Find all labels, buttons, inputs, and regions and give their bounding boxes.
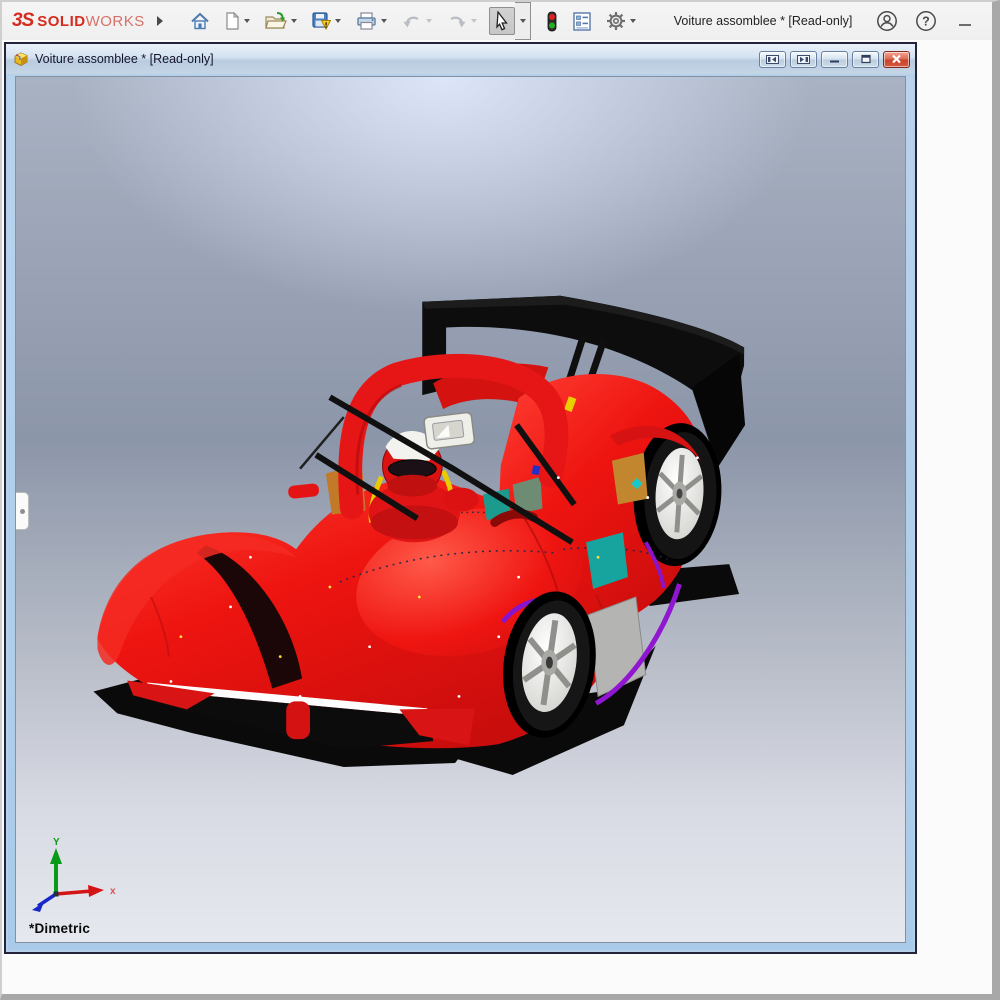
assembly-document-icon [12,51,29,67]
solidworks-logo: 3S SOLID WORKS [12,10,145,32]
redo-icon [447,13,467,29]
mdi-client-area: Voiture assomblee * [Read-only] [2,41,992,994]
account-button[interactable] [876,10,898,32]
help-button[interactable]: ? [915,10,937,32]
orientation-triad: Y x [26,836,126,914]
mirror-box [424,412,475,449]
document-minimize-button[interactable] [821,51,848,68]
document-title: Voiture assomblee * [Read-only] [35,52,755,66]
document-restore-button[interactable] [852,51,879,68]
brand-name-bold: SOLID [37,13,85,30]
open-dropdown[interactable] [291,19,297,23]
document-close-icon [891,54,902,64]
toolbar-flyout-arrow-icon[interactable] [157,16,163,26]
print-button[interactable] [353,9,390,33]
dock-pane-right-button[interactable] [790,51,817,68]
dock-pane-left-icon [766,55,779,64]
traffic-light-icon [546,11,558,32]
options-dropdown[interactable] [630,19,636,23]
property-form-button[interactable] [570,9,594,34]
document-minimize-icon [829,55,841,64]
side-mirror [288,483,320,499]
new-document-dropdown[interactable] [244,19,250,23]
traffic-light-button[interactable] [543,8,561,35]
user-account-icon [876,10,898,32]
dock-pane-left-button[interactable] [759,51,786,68]
minimize-button[interactable] [954,10,976,32]
app-title: Voiture assomblee * [Read-only] [674,14,853,28]
dock-pane-right-icon [797,55,810,64]
select-tool-button[interactable] [489,7,515,35]
maximize-button[interactable] [993,10,1000,32]
brand-name-light: WORKS [86,13,145,30]
open-folder-icon [265,12,287,30]
undo-dropdown [426,19,432,23]
triad-y-label: Y [53,837,60,848]
document-titlebar[interactable]: Voiture assomblee * [Read-only] [6,44,915,74]
document-restore-icon [860,54,872,64]
save-icon [312,12,331,31]
redo-dropdown [471,19,477,23]
select-tool-dropdown[interactable] [515,2,531,40]
document-window: Voiture assomblee * [Read-only] [4,42,917,954]
graphics-viewport[interactable]: Y x *Dimetric [15,76,906,943]
undo-button[interactable] [399,10,435,32]
print-dropdown[interactable] [381,19,387,23]
new-document-icon [225,12,240,30]
home-icon [190,12,210,30]
save-button[interactable] [309,9,344,34]
home-button[interactable] [187,9,213,33]
triad-x-label: x [110,886,116,897]
svg-text:?: ? [923,15,931,29]
model-race-car[interactable] [16,77,905,942]
undo-icon [402,13,422,29]
gear-icon [606,11,626,31]
select-cursor-icon [494,11,510,31]
help-icon: ? [915,10,937,32]
print-icon [356,12,377,30]
panel-splitter-tab[interactable] [16,492,29,530]
open-button[interactable] [262,9,300,33]
redo-button[interactable] [444,10,480,32]
solidworks-window: 3S SOLID WORKS [0,0,1000,1000]
main-toolbar: 3S SOLID WORKS [2,2,992,40]
save-dropdown[interactable] [335,19,341,23]
brand-mark: 3S [12,10,37,32]
minimize-icon [958,14,972,28]
options-button[interactable] [603,8,639,34]
view-orientation-label: *Dimetric [29,921,90,936]
document-frame: Y x *Dimetric [8,76,913,950]
property-form-icon [573,12,591,31]
new-document-button[interactable] [222,9,253,33]
document-close-button[interactable] [883,51,910,68]
